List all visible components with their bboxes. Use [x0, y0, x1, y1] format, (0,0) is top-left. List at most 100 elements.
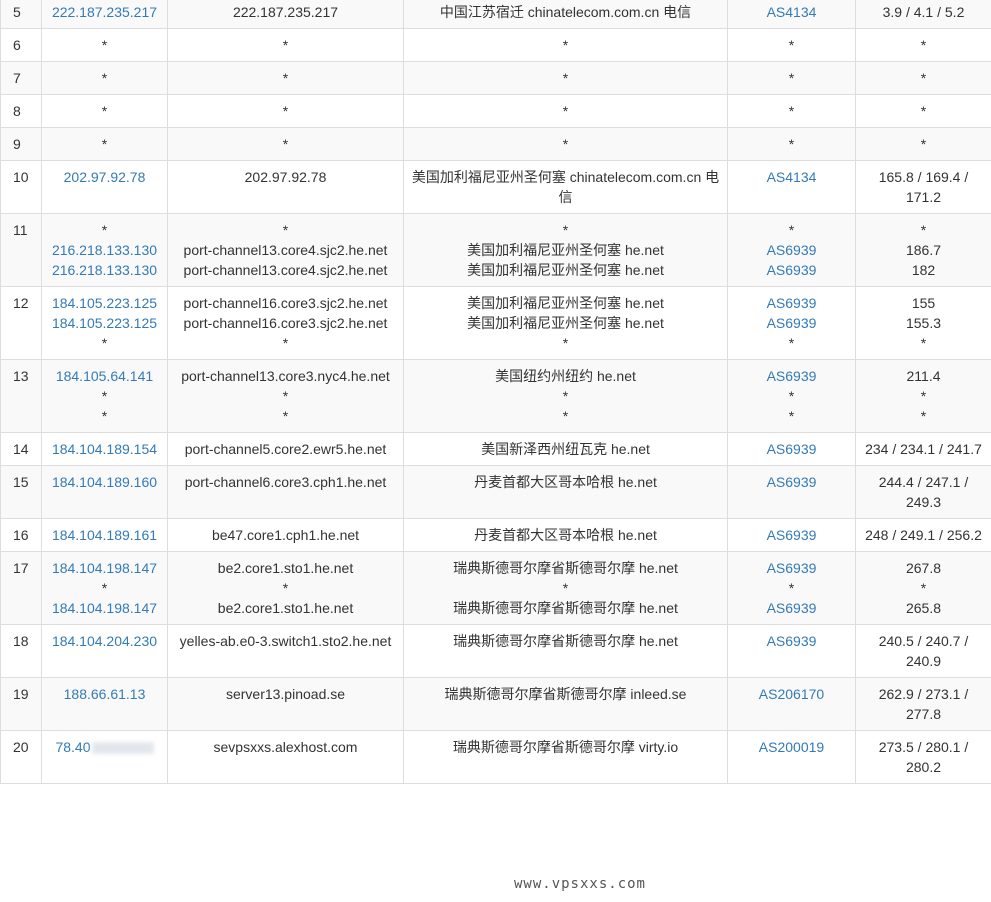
rtt-cell: * 186.7 182 — [855, 213, 991, 287]
hop-number: 7 — [0, 61, 42, 95]
asn-link: * — [788, 222, 795, 238]
geo-cell: 美国加利福尼亚州圣何塞 chinatelecom.com.cn 电信 — [403, 160, 728, 214]
geo-text: 瑞典斯德哥尔摩省斯德哥尔摩 he.net — [453, 600, 678, 616]
hop-number: 20 — [0, 730, 42, 784]
ip-cell: 188.66.61.13 — [41, 677, 168, 731]
ip-link[interactable]: 184.105.223.125 — [48, 293, 161, 313]
asn-link: * — [788, 136, 795, 152]
ip-link[interactable]: 188.66.61.13 — [48, 684, 161, 704]
rtt-text: 165.8 / 169.4 / 171.2 — [878, 169, 969, 205]
ip-link[interactable]: 216.218.133.130 — [48, 240, 161, 260]
ip-cell: 78.40 — [41, 730, 168, 784]
hop-number: 11 — [0, 213, 42, 287]
ip-link[interactable]: 222.187.235.217 — [48, 2, 161, 22]
geo-text: 瑞典斯德哥尔摩省斯德哥尔摩 he.net — [453, 633, 678, 649]
as-cell: AS6939 AS6939 * — [727, 286, 856, 360]
hop-number: 19 — [0, 677, 42, 731]
ip-link[interactable]: 216.218.133.130 — [48, 260, 161, 280]
host-cell: be2.core1.sto1.he.net * be2.core1.sto1.he.… — [167, 551, 404, 625]
host-text: port-channel13.core4.sjc2.he.net — [183, 262, 388, 278]
geo-text: * — [562, 408, 569, 424]
ip-link[interactable]: 184.104.189.161 — [48, 525, 161, 545]
ip-link[interactable]: 184.104.189.160 — [48, 472, 161, 492]
rtt-cell: 262.9 / 273.1 / 277.8 — [855, 677, 991, 731]
ip-cell: * — [41, 94, 168, 128]
table-row: 5 222.187.235.217 222.187.235.217 中国江苏宿迁 ch… — [0, 0, 991, 29]
ip-cell: * — [41, 127, 168, 161]
asn-link[interactable]: AS6939 — [734, 598, 849, 618]
geo-cell: * 美国加利福尼亚州圣何塞 he.net 美国加利福尼亚州圣何塞 he.net — [403, 213, 728, 287]
ip-cell: 202.97.92.78 — [41, 160, 168, 214]
geo-cell: * — [403, 61, 728, 95]
as-cell: AS6939 — [727, 432, 856, 466]
ip-link[interactable]: 184.104.198.147 — [48, 558, 161, 578]
asn-link[interactable]: AS6939 — [734, 366, 849, 386]
rtt-text: * — [920, 222, 927, 238]
asn-link[interactable]: AS6939 — [734, 260, 849, 280]
host-cell: 202.97.92.78 — [167, 160, 404, 214]
hop-number: 10 — [0, 160, 42, 214]
rtt-text: 240.5 / 240.7 / 240.9 — [878, 633, 969, 669]
rtt-text: 155.3 — [905, 315, 942, 331]
rtt-cell: 211.4 * * — [855, 359, 991, 433]
rtt-text: 155 — [911, 295, 936, 311]
asn-link[interactable]: AS6939 — [734, 439, 849, 459]
asn-link[interactable]: AS6939 — [734, 558, 849, 578]
host-cell: * — [167, 94, 404, 128]
ip-link[interactable]: 184.104.204.230 — [48, 631, 161, 651]
hop-number: 17 — [0, 551, 42, 625]
asn-link[interactable]: AS4134 — [734, 2, 849, 22]
table-row: 10 202.97.92.78 202.97.92.78 美国加利福尼亚州圣何塞 ch… — [0, 160, 991, 214]
geo-cell: * — [403, 94, 728, 128]
rtt-text: * — [920, 408, 927, 424]
hop-number: 14 — [0, 432, 42, 466]
asn-link[interactable]: AS6939 — [734, 293, 849, 313]
ip-cell: 222.187.235.217 — [41, 0, 168, 29]
asn-link[interactable]: AS6939 — [734, 525, 849, 545]
host-text: be2.core1.sto1.he.net — [217, 560, 354, 576]
ip-link: * — [101, 408, 108, 424]
asn-link[interactable]: AS200019 — [734, 737, 849, 757]
ip-link[interactable]: 184.104.189.154 — [48, 439, 161, 459]
ip-cell: 184.104.189.154 — [41, 432, 168, 466]
hop-number: 8 — [0, 94, 42, 128]
ip-cell: 184.105.223.125 184.105.223.125 * — [41, 286, 168, 360]
ip-link[interactable]: 184.104.198.147 — [48, 598, 161, 618]
rtt-text: 248 / 249.1 / 256.2 — [865, 527, 982, 543]
host-text: * — [282, 70, 289, 86]
as-cell: AS6939 — [727, 518, 856, 552]
as-cell: AS4134 — [727, 160, 856, 214]
rtt-text: 186.7 — [905, 242, 942, 258]
asn-link[interactable]: AS6939 — [734, 313, 849, 333]
rtt-text: 273.5 / 280.1 / 280.2 — [878, 739, 969, 775]
geo-text: 美国加利福尼亚州圣何塞 he.net — [467, 315, 664, 331]
host-text: port-channel13.core4.sjc2.he.net — [183, 242, 388, 258]
asn-link[interactable]: AS6939 — [734, 240, 849, 260]
asn-link[interactable]: AS206170 — [734, 684, 849, 704]
as-cell: AS6939 — [727, 624, 856, 678]
host-cell: port-channel16.core3.sjc2.he.net port-cha… — [167, 286, 404, 360]
host-cell: * — [167, 61, 404, 95]
asn-link[interactable]: AS6939 — [734, 631, 849, 651]
ip-link[interactable]: 184.105.223.125 — [48, 313, 161, 333]
rtt-cell: 234 / 234.1 / 241.7 — [855, 432, 991, 466]
hop-number: 5 — [0, 0, 42, 29]
rtt-text: * — [920, 103, 927, 119]
as-cell: * — [727, 28, 856, 62]
rtt-cell: * — [855, 94, 991, 128]
hop-number: 18 — [0, 624, 42, 678]
geo-text: 中国江苏宿迁 chinatelecom.com.cn 电信 — [439, 4, 692, 20]
asn-link[interactable]: AS6939 — [734, 472, 849, 492]
geo-cell: 美国纽约州纽约 he.net * * — [403, 359, 728, 433]
ip-link[interactable]: 202.97.92.78 — [48, 167, 161, 187]
asn-link[interactable]: AS4134 — [734, 167, 849, 187]
asn-link: * — [788, 335, 795, 351]
rtt-cell: 248 / 249.1 / 256.2 — [855, 518, 991, 552]
ip-link[interactable]: 78.40 — [55, 739, 90, 755]
rtt-text: * — [920, 70, 927, 86]
rtt-cell: * — [855, 28, 991, 62]
ip-link[interactable]: 184.105.64.141 — [48, 366, 161, 386]
geo-cell: 瑞典斯德哥尔摩省斯德哥尔摩 he.net — [403, 624, 728, 678]
ip-cell: 184.104.204.230 — [41, 624, 168, 678]
host-cell: * — [167, 28, 404, 62]
